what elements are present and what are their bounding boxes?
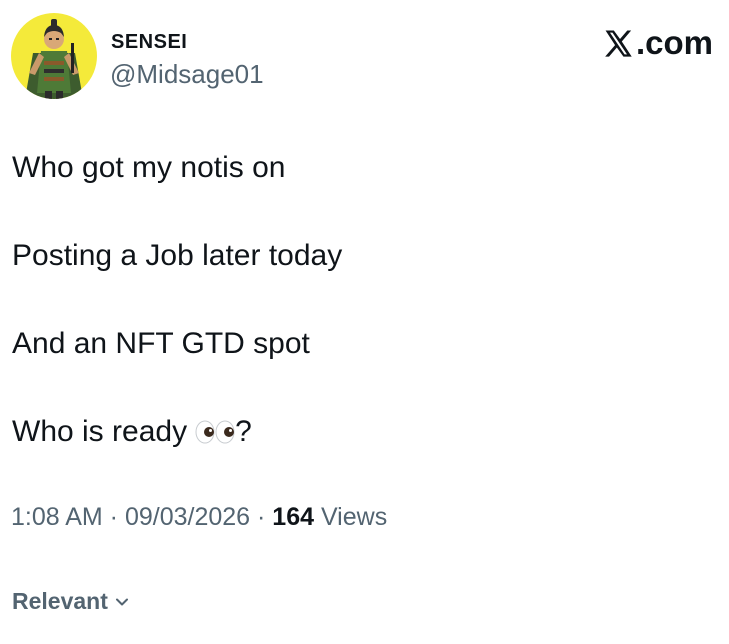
author-display-name[interactable]: SENSEI (111, 31, 187, 54)
meta-separator: · (102, 503, 125, 531)
author-handle[interactable]: @Midsage01 (110, 59, 264, 90)
views-label: Views (314, 503, 388, 531)
tweet-line: Posting a Job later today (12, 236, 712, 276)
chevron-down-icon (115, 598, 128, 605)
tweet-line-text: Posting a Job later today (12, 239, 343, 272)
avatar[interactable] (11, 13, 97, 99)
tweet-time[interactable]: 1:08 AM (11, 503, 103, 531)
reply-sort-label: Relevant (12, 588, 108, 614)
tweet-meta: 1:08 AM · 09/03/2026 · 164 Views (11, 503, 387, 532)
ninja-character-avatar (25, 19, 83, 99)
meta-separator: · (250, 503, 273, 531)
reply-sort-dropdown[interactable]: Relevant (12, 588, 130, 615)
brand-watermark: .com (602, 24, 713, 62)
x-logo-icon (605, 29, 632, 57)
eyes-emoji (195, 420, 235, 444)
tweet-line: Who is ready ? (12, 412, 712, 452)
tweet-text: Who got my notis on Posting a Job later … (12, 148, 712, 500)
views-count: 164 (272, 503, 315, 531)
tweet-line-text: Who got my notis on (12, 151, 286, 184)
tweet-line-text: And an NFT GTD spot (12, 327, 310, 360)
tweet-line: Who got my notis on (12, 148, 712, 188)
brand-domain: .com (635, 24, 713, 61)
tweet-line-text: ? (235, 415, 252, 448)
tweet-line: And an NFT GTD spot (12, 324, 712, 364)
tweet-line-text: Who is ready (12, 415, 188, 448)
tweet-date[interactable]: 09/03/2026 (125, 503, 250, 531)
